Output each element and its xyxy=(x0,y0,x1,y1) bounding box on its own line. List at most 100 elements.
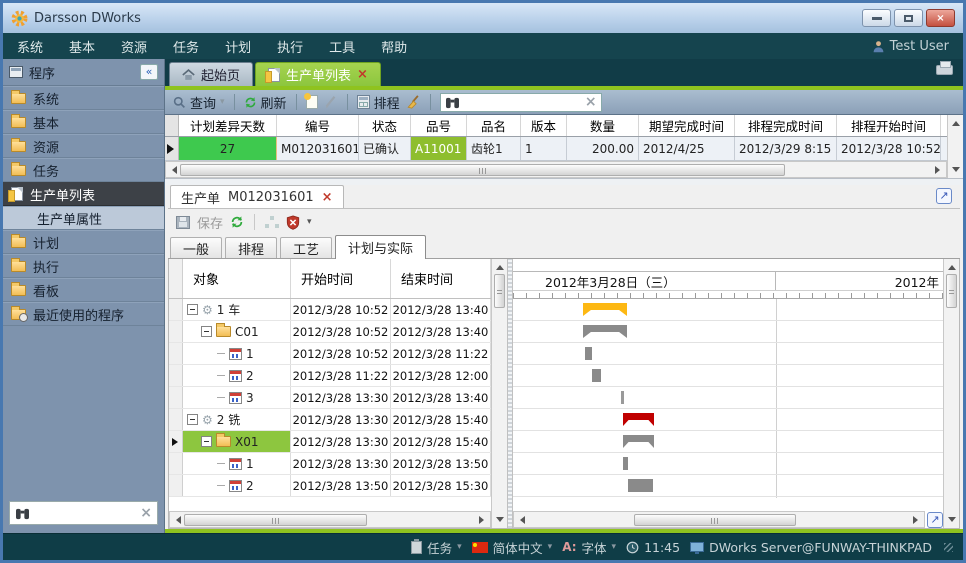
sidebar-search-input[interactable] xyxy=(35,506,135,520)
scroll-right-icon[interactable] xyxy=(935,166,944,174)
scroll-up-icon[interactable] xyxy=(952,117,960,126)
tab-general[interactable]: 一般 xyxy=(170,237,222,258)
gantt-summary-bar[interactable] xyxy=(623,413,654,426)
col-item-name[interactable]: 品名 xyxy=(467,115,521,136)
tree-row[interactable]: ⚙ 1 车 2012/3/28 10:52 2012/3/28 13:40 xyxy=(169,299,491,321)
chevron-down-icon[interactable]: ▾ xyxy=(220,97,225,107)
tab-plan-vs-actual[interactable]: 计划与实际 xyxy=(335,235,426,259)
scrollbar-thumb[interactable] xyxy=(634,514,796,526)
tab-process[interactable]: 工艺 xyxy=(280,237,332,258)
sidebar-collapse-button[interactable]: « xyxy=(140,64,158,80)
scroll-down-icon[interactable] xyxy=(952,167,960,176)
scroll-up-icon[interactable] xyxy=(948,261,956,270)
menu-plan[interactable]: 计划 xyxy=(225,37,251,56)
sidebar-item-recent-programs[interactable]: 最近使用的程序 xyxy=(3,302,164,326)
scroll-down-icon[interactable] xyxy=(948,517,956,526)
scroll-right-icon[interactable] xyxy=(913,516,922,524)
query-button[interactable]: 查询 ▾ xyxy=(173,93,225,112)
tab-production-order-list[interactable]: 生产单列表 × xyxy=(255,62,381,86)
flow-chart-icon[interactable] xyxy=(265,216,279,228)
tree-row[interactable]: C01 2012/3/28 10:52 2012/3/28 13:40 xyxy=(169,321,491,343)
menu-help[interactable]: 帮助 xyxy=(381,37,407,56)
gantt-summary-bar[interactable] xyxy=(583,303,627,316)
sidebar-item-resource[interactable]: 资源 xyxy=(3,134,164,158)
tree-horizontal-scrollbar[interactable] xyxy=(169,511,491,528)
gantt-task-bar[interactable] xyxy=(621,391,624,404)
maximize-button[interactable] xyxy=(894,9,923,27)
col-status[interactable]: 状态 xyxy=(359,115,411,136)
gantt-summary-bar[interactable] xyxy=(623,435,654,448)
scrollbar-thumb[interactable] xyxy=(494,274,505,308)
col-diff-days[interactable]: 计划差异天数 xyxy=(179,115,277,136)
menu-system[interactable]: 系统 xyxy=(17,37,43,56)
status-language-menu[interactable]: 简体中文 ▾ xyxy=(472,538,553,557)
menu-task[interactable]: 任务 xyxy=(173,37,199,56)
tree-row[interactable]: 2 2012/3/28 13:50 2012/3/28 15:30 xyxy=(169,475,491,497)
refresh-icon[interactable] xyxy=(230,215,244,229)
col-version[interactable]: 版本 xyxy=(521,115,567,136)
doc-tab-production-order[interactable]: 生产单 M012031601 × xyxy=(170,185,344,208)
tree-row[interactable]: 1 2012/3/28 13:30 2012/3/28 13:50 xyxy=(169,453,491,475)
grid-search-input[interactable] xyxy=(464,95,581,109)
tree-row[interactable]: ⚙ 2 铣 2012/3/28 13:30 2012/3/28 15:40 xyxy=(169,409,491,431)
collapse-box-icon[interactable] xyxy=(187,414,198,425)
edit-pencil-icon[interactable] xyxy=(324,95,338,109)
grid-horizontal-scrollbar[interactable] xyxy=(165,161,947,178)
scroll-up-icon[interactable] xyxy=(496,261,504,270)
collapse-box-icon[interactable] xyxy=(201,436,212,447)
tree-row[interactable]: 2 2012/3/28 11:22 2012/3/28 12:00 xyxy=(169,365,491,387)
scrollbar-thumb[interactable] xyxy=(946,274,957,308)
sidebar-item-board[interactable]: 看板 xyxy=(3,278,164,302)
minimize-button[interactable] xyxy=(862,9,891,27)
scrollbar-thumb[interactable] xyxy=(180,164,785,176)
broom-icon[interactable] xyxy=(406,95,421,109)
tree-row-selected[interactable]: X01 2012/3/28 13:30 2012/3/28 15:40 xyxy=(169,431,491,453)
schedule-button[interactable]: 排程 xyxy=(357,93,400,112)
menu-basic[interactable]: 基本 xyxy=(69,37,95,56)
tree-vertical-scrollbar[interactable] xyxy=(491,259,507,528)
tab-start-page[interactable]: 起始页 xyxy=(169,62,253,86)
col-expect-finish[interactable]: 期望完成时间 xyxy=(639,115,735,136)
gantt-task-bar[interactable] xyxy=(585,347,592,360)
grid-vertical-scrollbar[interactable] xyxy=(947,115,963,178)
new-record-icon[interactable] xyxy=(306,95,318,109)
collapse-box-icon[interactable] xyxy=(201,326,212,337)
col-end-time[interactable]: 结束时间 xyxy=(391,259,491,298)
sidebar-item-plan[interactable]: 计划 xyxy=(3,230,164,254)
sidebar-item-task[interactable]: 任务 xyxy=(3,158,164,182)
scroll-right-icon[interactable] xyxy=(479,516,488,524)
menu-execute[interactable]: 执行 xyxy=(277,37,303,56)
clear-search-icon[interactable]: × xyxy=(585,94,597,110)
scrollbar-thumb[interactable] xyxy=(184,514,367,526)
printer-icon[interactable] xyxy=(936,65,953,75)
popout-icon[interactable]: ↗ xyxy=(936,188,952,204)
validate-shield-icon[interactable] xyxy=(286,215,300,230)
col-sched-finish[interactable]: 排程完成时间 xyxy=(735,115,837,136)
order-row[interactable]: 27 M012031601 已确认 A11001 齿轮1 1 200.00 20… xyxy=(165,137,947,161)
gantt-summary-bar[interactable] xyxy=(583,325,627,338)
col-qty[interactable]: 数量 xyxy=(567,115,639,136)
gantt-task-bar[interactable] xyxy=(592,369,601,382)
sidebar-item-basic[interactable]: 基本 xyxy=(3,110,164,134)
chevron-down-icon[interactable]: ▾ xyxy=(307,217,312,227)
current-user[interactable]: Test User xyxy=(872,39,949,54)
status-task-menu[interactable]: 任务 ▾ xyxy=(411,538,462,557)
close-button[interactable]: × xyxy=(926,9,955,27)
menu-tools[interactable]: 工具 xyxy=(329,37,355,56)
sidebar-item-production-order-props[interactable]: 生产单属性 xyxy=(3,206,164,230)
tree-row[interactable]: 1 2012/3/28 10:52 2012/3/28 11:22 xyxy=(169,343,491,365)
resize-grip[interactable] xyxy=(944,543,953,552)
col-item-no[interactable]: 品号 xyxy=(411,115,467,136)
tab-close-icon[interactable]: × xyxy=(357,67,368,82)
scroll-left-icon[interactable] xyxy=(168,166,177,174)
scroll-left-icon[interactable] xyxy=(172,516,181,524)
col-start-time[interactable]: 开始时间 xyxy=(291,259,391,298)
refresh-button[interactable]: 刷新 xyxy=(244,93,287,112)
sidebar-item-execute[interactable]: 执行 xyxy=(3,254,164,278)
col-object[interactable]: 对象 xyxy=(183,259,291,298)
save-button[interactable]: 保存 xyxy=(197,213,223,232)
doc-tab-close-icon[interactable]: × xyxy=(322,190,333,205)
gantt-popout-icon[interactable]: ↗ xyxy=(927,512,943,528)
sidebar-item-production-order-list[interactable]: 生产单列表 xyxy=(3,182,164,206)
scroll-down-icon[interactable] xyxy=(496,517,504,526)
